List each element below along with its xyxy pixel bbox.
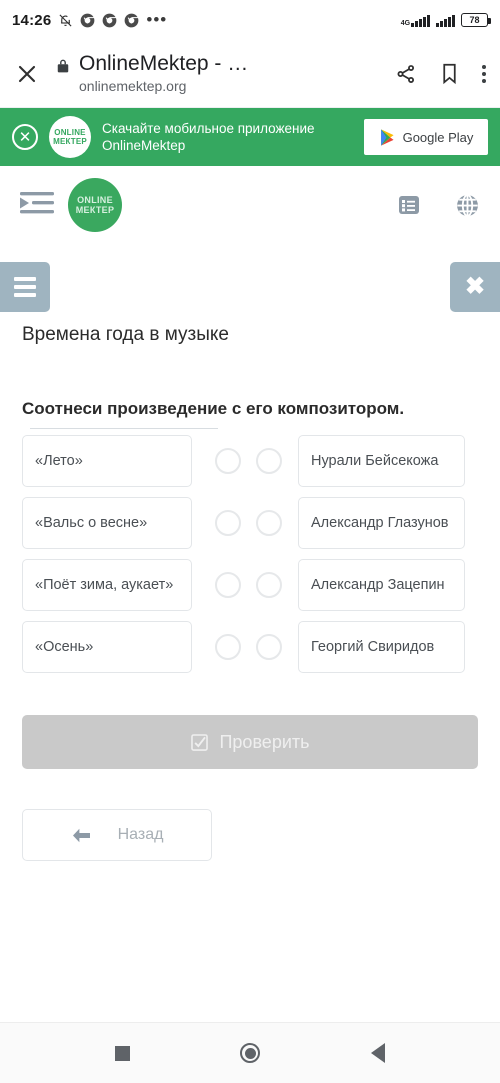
match-right-option[interactable]: Александр Глазунов [298,497,465,549]
site-logo[interactable]: ONLINE МЕКТЕР [68,178,122,232]
match-row: «Осень» Георгий Свиридов [22,621,478,673]
quiz-menu-button[interactable] [0,262,50,312]
banner-logo-line2: МЕКТЕР [53,137,87,146]
match-right-radio[interactable] [256,448,282,474]
match-right-radio[interactable] [256,634,282,660]
quiz-content: Времена года в музыке Соотнеси произведе… [0,322,500,861]
status-bar-right: 4G 78 [400,13,491,27]
check-square-icon [190,733,209,752]
indent-menu-icon[interactable] [20,190,54,221]
app-install-banner: ✕ ONLINE МЕКТЕР Скачайте мобильное прило… [0,108,500,166]
overflow-dots-icon: ••• [146,10,168,29]
site-logo-line2: МЕКТЕР [75,205,115,215]
match-row: «Лето» Нурали Бейсекожа [22,435,478,487]
more-vertical-icon[interactable] [482,64,486,83]
match-left-radio[interactable] [215,634,241,660]
site-logo-line1: ONLINE [77,195,113,205]
close-icon: ✖ [464,273,486,300]
check-button-label: Проверить [219,731,310,752]
hamburger-icon [14,277,36,297]
question-text: Соотнеси произведение с его композитором… [22,399,405,418]
match-left-option[interactable]: «Поёт зима, аукает» [22,559,192,611]
close-circle-icon[interactable]: ✕ [12,124,38,150]
site-header: ONLINE МЕКТЕР [0,166,500,244]
android-nav-bar [0,1022,500,1083]
match-right-option[interactable]: Александр Зацепин [298,559,465,611]
quiz-toolbar: ✖ [0,262,500,314]
close-icon[interactable] [14,62,40,86]
recents-button[interactable] [115,1045,131,1061]
home-button[interactable] [240,1043,261,1063]
battery-icon: 78 [461,13,491,27]
bookmark-icon[interactable] [439,62,460,85]
google-play-button[interactable]: Google Play [364,119,488,155]
page-url: onlinemektep.org [79,78,187,94]
network-type-label: 4G [400,19,411,27]
google-play-label: Google Play [402,129,474,145]
android-status-bar: 14:26 ••• 4G 78 [0,0,500,40]
signal-4g-icon: 4G [400,14,431,27]
chrome-icon [124,13,139,28]
match-row: «Поёт зима, аукает» Александр Зацепин [22,559,478,611]
share-icon[interactable] [395,63,417,85]
back-button-nav[interactable] [370,1043,385,1063]
chrome-icon [102,13,117,28]
match-left-radio[interactable] [215,572,241,598]
match-left-option[interactable]: «Осень» [22,621,192,673]
page-title: OnlineMektep - … [79,52,249,75]
back-button-label: Назад [117,826,164,843]
lock-icon [56,58,70,79]
site-header-actions [397,193,480,218]
lesson-title: Времена года в музыке [22,324,229,345]
banner-app-logo: ONLINE МЕКТЕР [49,116,91,158]
status-bar-clock: 14:26 [12,11,52,29]
back-button[interactable]: Назад [22,809,212,861]
match-right-radio[interactable] [256,510,282,536]
signal-icon [436,14,455,27]
match-left-option[interactable]: «Вальс о весне» [22,497,192,549]
url-bar[interactable]: OnlineMektep - … onlinemektep.org [50,52,379,95]
browser-toolbar: OnlineMektep - … onlinemektep.org [0,40,500,108]
banner-logo-line1: ONLINE [54,128,86,137]
banner-text: Скачайте мобильное приложение OnlineMekt… [102,121,315,153]
match-left-radio[interactable] [215,448,241,474]
check-button[interactable]: Проверить [22,715,478,769]
bell-muted-icon [58,13,73,28]
match-right-option[interactable]: Георгий Свиридов [298,621,465,673]
match-right-option[interactable]: Нурали Бейсекожа [298,435,465,487]
match-row: «Вальс о весне» Александр Глазунов [22,497,478,549]
arrow-left-icon [71,827,92,844]
browser-toolbar-actions [395,62,486,85]
match-right-radio[interactable] [256,572,282,598]
google-play-icon [380,128,394,146]
globe-icon[interactable] [455,193,480,218]
quiz-close-button[interactable]: ✖ [450,262,500,312]
chrome-icon [80,13,95,28]
status-bar-left: 14:26 ••• [12,10,168,29]
match-left-option[interactable]: «Лето» [22,435,192,487]
header-divider [30,428,218,429]
battery-level-label: 78 [469,15,480,25]
match-left-radio[interactable] [215,510,241,536]
list-icon[interactable] [397,193,421,217]
